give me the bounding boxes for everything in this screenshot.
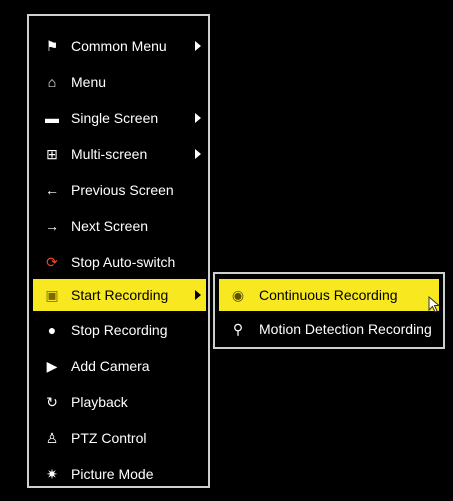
menu-item-single-screen[interactable]: ▬ Single Screen xyxy=(33,102,206,134)
menu-item-label: Multi-screen xyxy=(71,146,148,162)
continuous-record-icon: ◉ xyxy=(231,287,245,303)
menu-item-label: Start Recording xyxy=(71,287,169,303)
menu-item-menu[interactable]: ⌂ Menu xyxy=(33,66,206,98)
submenu-item-motion-detection-recording[interactable]: ⚲ Motion Detection Recording xyxy=(219,313,439,345)
menu-item-label: Stop Auto-switch xyxy=(71,254,176,270)
menu-item-ptz-control[interactable]: ♙ PTZ Control xyxy=(33,422,206,454)
menu-item-label: Single Screen xyxy=(71,110,159,126)
menu-item-stop-auto-switch[interactable]: ⟳ Stop Auto-switch xyxy=(33,246,206,278)
playback-icon: ↻ xyxy=(46,394,58,410)
menu-item-label: Picture Mode xyxy=(71,466,154,482)
camera-icon: ▬ xyxy=(45,110,59,126)
mouse-cursor-icon xyxy=(428,296,441,313)
submenu-arrow-icon xyxy=(195,149,201,159)
menu-item-label: Playback xyxy=(71,394,128,410)
menu-item-label: Next Screen xyxy=(71,218,149,234)
submenu-item-label: Motion Detection Recording xyxy=(259,321,432,337)
submenu-item-label: Continuous Recording xyxy=(259,287,398,303)
menu-item-label: PTZ Control xyxy=(71,430,147,446)
menu-item-label: Stop Recording xyxy=(71,322,168,338)
motion-detect-icon: ⚲ xyxy=(232,321,244,337)
menu-item-add-camera[interactable]: ▶ Add Camera xyxy=(33,350,206,382)
submenu-arrow-icon xyxy=(195,290,201,300)
menu-item-multi-screen[interactable]: ⊞ Multi-screen xyxy=(33,138,206,170)
submenu-arrow-icon xyxy=(195,113,201,123)
pin-icon: ⚑ xyxy=(45,38,59,54)
menu-item-label: Add Camera xyxy=(71,358,150,374)
menu-item-playback[interactable]: ↻ Playback xyxy=(33,386,206,418)
grid-icon: ⊞ xyxy=(46,146,58,162)
menu-item-label: Common Menu xyxy=(71,38,167,54)
menu-item-stop-recording[interactable]: ● Stop Recording xyxy=(33,314,206,346)
sun-icon: ✷ xyxy=(46,466,58,482)
home-icon: ⌂ xyxy=(47,74,57,90)
stop-icon: ● xyxy=(47,322,57,338)
menu-item-label: Previous Screen xyxy=(71,182,174,198)
refresh-icon: ⟳ xyxy=(46,254,58,270)
menu-item-picture-mode[interactable]: ✷ Picture Mode xyxy=(33,458,206,490)
menu-item-start-recording[interactable]: ▣ Start Recording xyxy=(33,279,206,311)
submenu-item-continuous-recording[interactable]: ◉ Continuous Recording xyxy=(219,279,439,311)
menu-item-label: Menu xyxy=(71,74,107,90)
record-icon: ▣ xyxy=(45,287,59,303)
menu-item-next-screen[interactable]: → Next Screen xyxy=(33,210,206,242)
ptz-icon: ♙ xyxy=(45,430,59,446)
context-menu: ⚑ Common Menu ⌂ Menu ▬ Single Screen ⊞ M… xyxy=(27,14,210,488)
submenu-arrow-icon xyxy=(195,41,201,51)
menu-item-previous-screen[interactable]: ← Previous Screen xyxy=(33,174,206,206)
add-camera-icon: ▶ xyxy=(46,358,58,374)
menu-item-common-menu[interactable]: ⚑ Common Menu xyxy=(33,30,206,62)
arrow-right-icon: → xyxy=(45,218,59,234)
arrow-left-icon: ← xyxy=(45,182,59,198)
recording-submenu: ◉ Continuous Recording ⚲ Motion Detectio… xyxy=(213,272,445,349)
